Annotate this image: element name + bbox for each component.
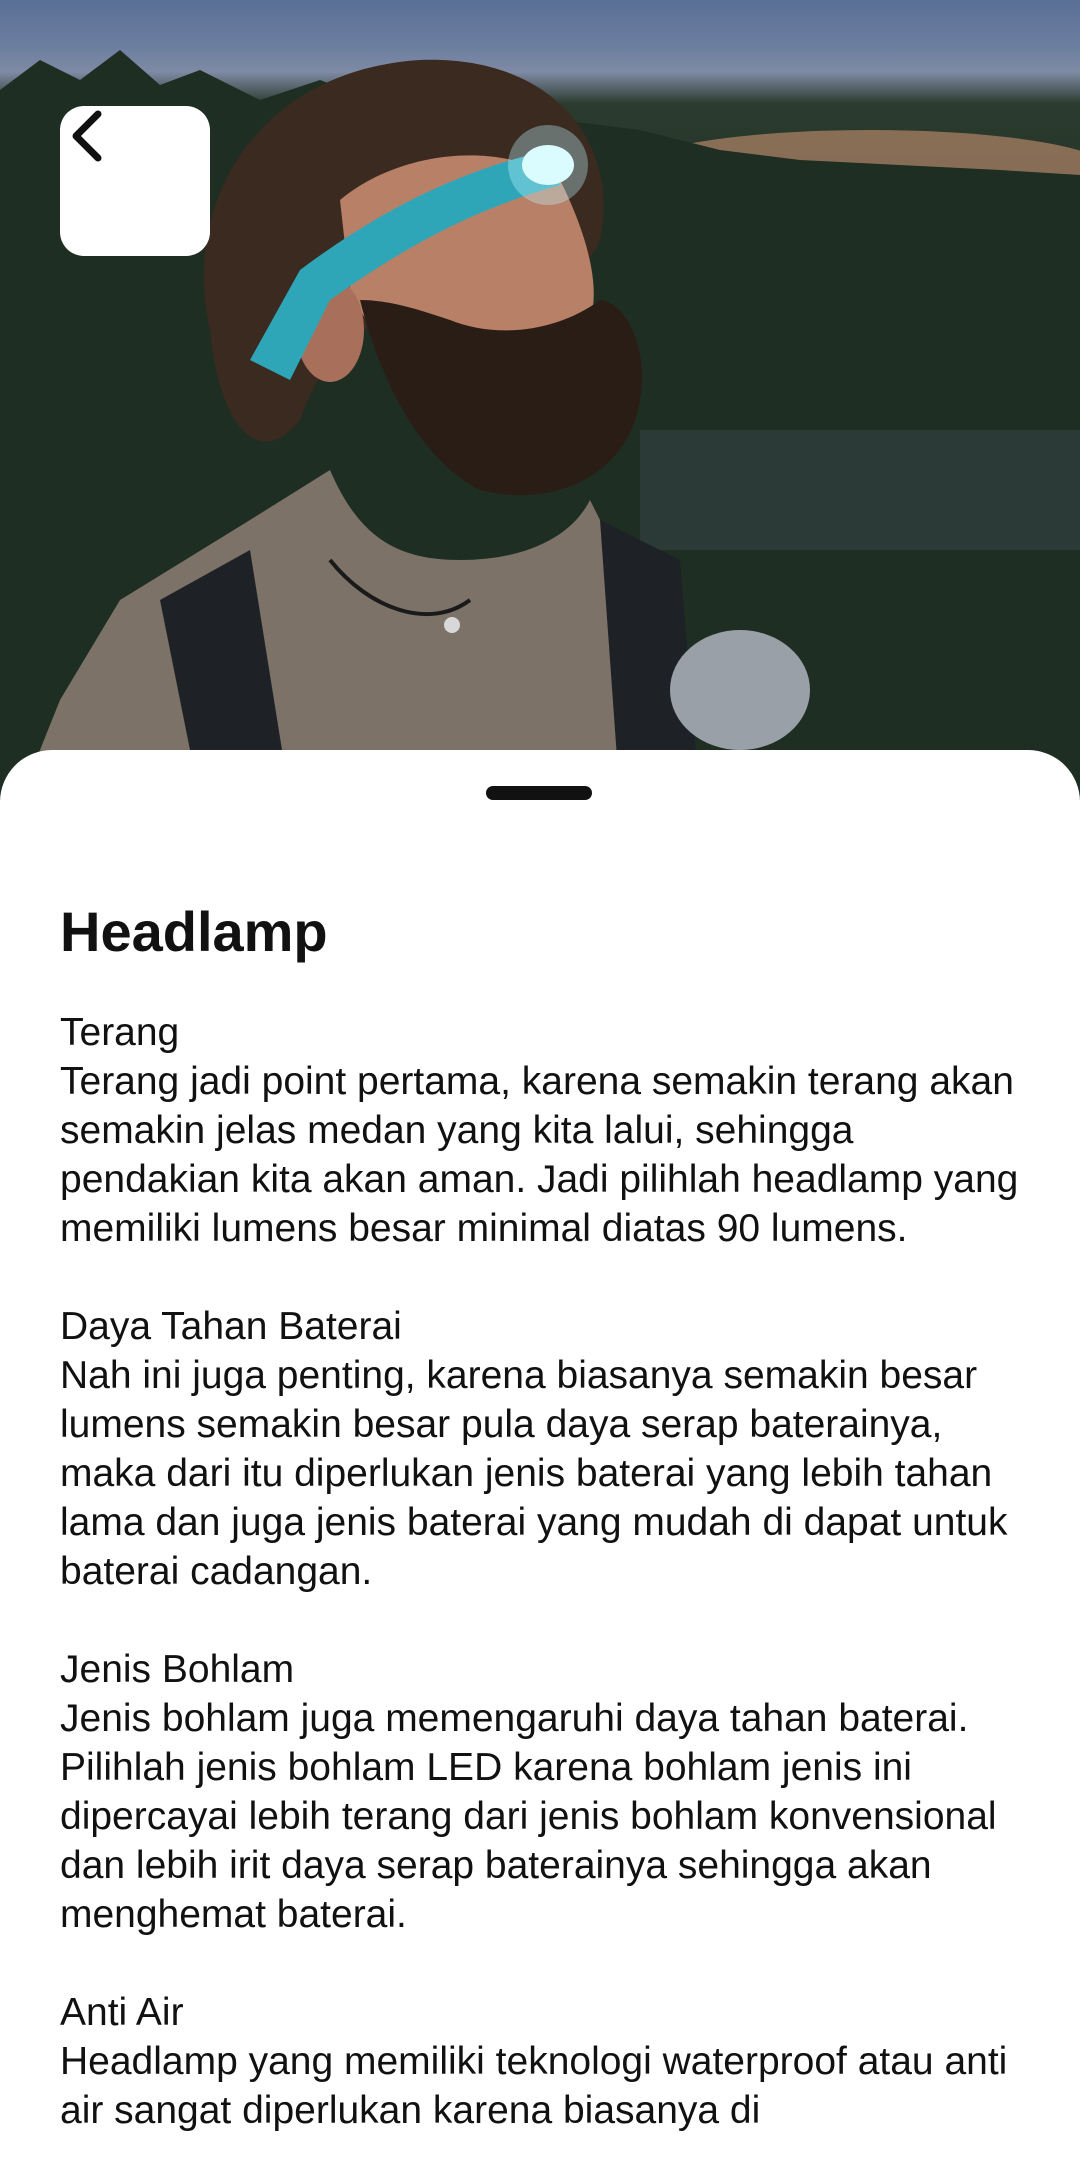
- screen: Headlamp Terang Terang jadi point pertam…: [0, 0, 1080, 2164]
- chevron-left-icon: [72, 110, 102, 162]
- section-heading: Daya Tahan Baterai: [60, 1305, 402, 1348]
- section-heading: Anti Air: [60, 1991, 184, 2034]
- article-content: Terang Terang jadi point pertama, karena…: [60, 1008, 1030, 2164]
- section-body: Nah ini juga penting, karena biasanya se…: [60, 1354, 1008, 1593]
- section-heading: Jenis Bohlam: [60, 1648, 295, 1691]
- section-heading: Terang: [60, 1011, 180, 1054]
- section-body: Terang jadi point pertama, karena semaki…: [60, 1060, 1019, 1250]
- section-body: Jenis bohlam juga memengaruhi daya tahan…: [60, 1697, 997, 1936]
- section-daya-tahan-baterai: Daya Tahan Baterai Nah ini juga penting,…: [60, 1302, 1030, 1596]
- section-terang: Terang Terang jadi point pertama, karena…: [60, 1008, 1030, 1253]
- article-title: Headlamp: [60, 900, 328, 963]
- section-body: Headlamp yang memiliki teknologi waterpr…: [60, 2040, 1008, 2132]
- content-sheet[interactable]: Headlamp Terang Terang jadi point pertam…: [0, 750, 1080, 2164]
- section-jenis-bohlam: Jenis Bohlam Jenis bohlam juga memengaru…: [60, 1645, 1030, 1939]
- back-button[interactable]: [60, 106, 210, 256]
- section-anti-air: Anti Air Headlamp yang memiliki teknolog…: [60, 1988, 1030, 2135]
- drag-handle[interactable]: [486, 786, 592, 800]
- hero-image: [0, 0, 1080, 800]
